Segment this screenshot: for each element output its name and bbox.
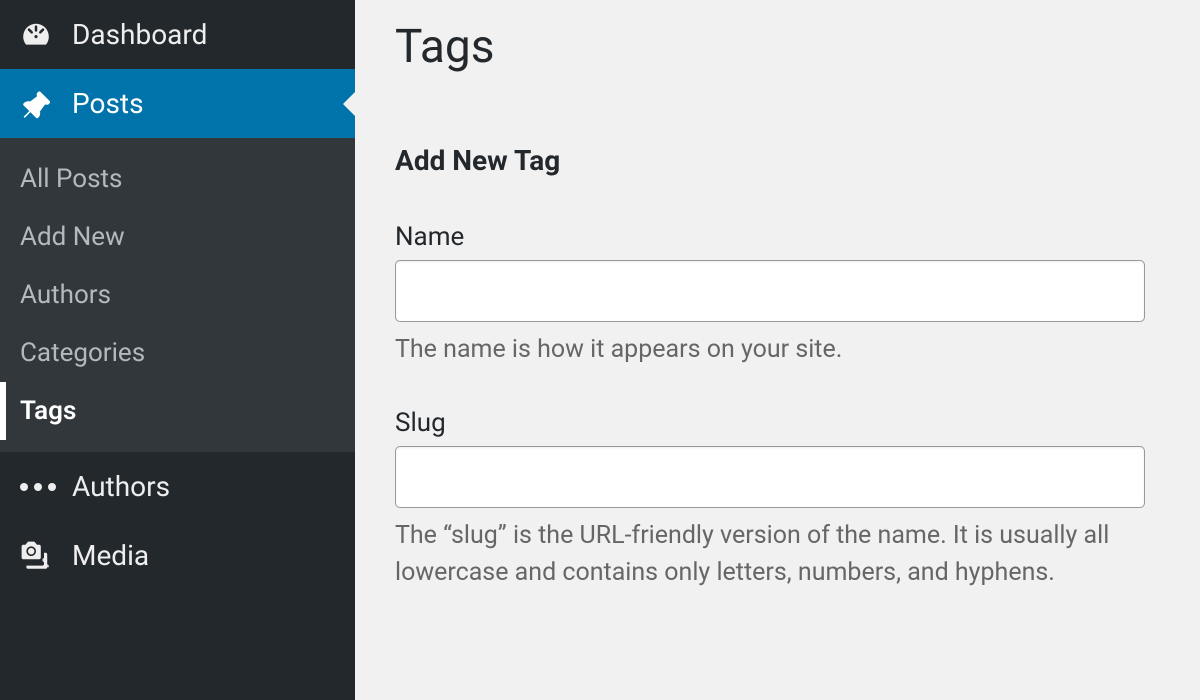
admin-sidebar: Dashboard Posts All Posts Add New Author… <box>0 0 355 700</box>
name-input[interactable] <box>395 260 1145 322</box>
dots-icon <box>20 483 60 491</box>
sidebar-item-dashboard[interactable]: Dashboard <box>0 0 355 69</box>
dashboard-icon <box>20 19 60 51</box>
sidebar-subitem-add-new[interactable]: Add New <box>0 208 355 266</box>
sidebar-subitem-all-posts[interactable]: All Posts <box>0 150 355 208</box>
posts-submenu: All Posts Add New Authors Categories Tag… <box>0 138 355 452</box>
name-label: Name <box>395 222 1160 252</box>
sidebar-item-label: Authors <box>72 470 170 503</box>
slug-label: Slug <box>395 408 1160 438</box>
slug-input[interactable] <box>395 446 1145 508</box>
sidebar-subitem-authors[interactable]: Authors <box>0 266 355 324</box>
media-icon <box>20 540 60 572</box>
name-field-group: Name The name is how it appears on your … <box>395 222 1160 368</box>
page-title: Tags <box>395 20 1160 74</box>
name-help-text: The name is how it appears on your site. <box>395 332 1155 368</box>
sidebar-subitem-tags[interactable]: Tags <box>0 382 355 440</box>
section-title: Add New Tag <box>395 144 1160 177</box>
main-content: Tags Add New Tag Name The name is how it… <box>355 0 1200 700</box>
slug-field-group: Slug The “slug” is the URL-friendly vers… <box>395 408 1160 591</box>
sidebar-item-label: Posts <box>72 87 144 120</box>
sidebar-item-label: Media <box>72 539 149 572</box>
sidebar-item-posts[interactable]: Posts <box>0 69 355 138</box>
sidebar-item-media[interactable]: Media <box>0 521 355 590</box>
pin-icon <box>20 88 60 120</box>
sidebar-subitem-categories[interactable]: Categories <box>0 324 355 382</box>
slug-help-text: The “slug” is the URL-friendly version o… <box>395 518 1155 591</box>
sidebar-item-label: Dashboard <box>72 18 207 51</box>
sidebar-item-authors[interactable]: Authors <box>0 452 355 521</box>
